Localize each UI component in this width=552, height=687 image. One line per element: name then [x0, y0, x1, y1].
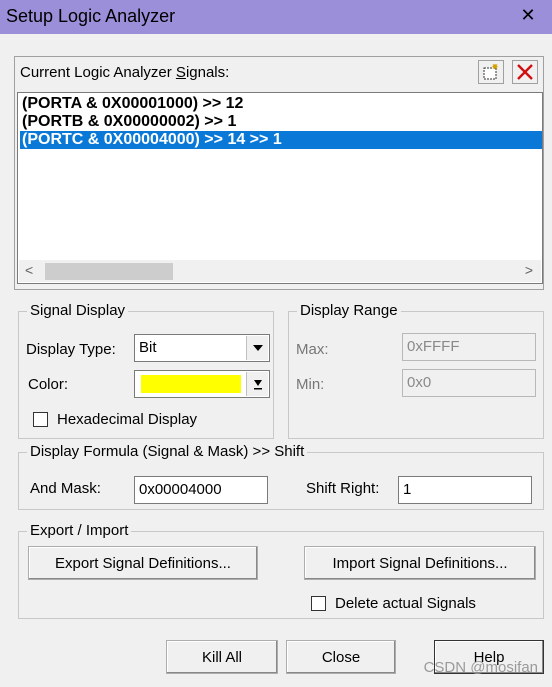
list-item[interactable]: (PORTB & 0X00000002) >> 1	[20, 113, 542, 131]
delete-x-icon	[517, 64, 533, 80]
color-swatch	[141, 375, 241, 393]
and-mask-input[interactable]: 0x00004000	[134, 476, 268, 504]
new-item-icon	[483, 64, 498, 80]
close-icon[interactable]: ✕	[518, 5, 538, 26]
hex-display-label: Hexadecimal Display	[57, 411, 198, 428]
color-picker[interactable]	[134, 370, 270, 398]
signals-listbox[interactable]: (PORTA & 0X00001000) >> 12 (PORTB & 0X00…	[17, 92, 543, 284]
horizontal-scrollbar[interactable]: < >	[19, 260, 541, 282]
watermark: CSDN @mosifan	[423, 659, 538, 676]
export-import-title: Export / Import	[27, 522, 132, 539]
export-signals-button[interactable]: Export Signal Definitions...	[28, 546, 258, 580]
delete-signals-label: Delete actual Signals	[335, 595, 476, 612]
min-label: Min:	[296, 376, 325, 393]
max-label: Max:	[296, 341, 329, 358]
kill-all-button[interactable]: Kill All	[166, 640, 278, 674]
display-formula-title: Display Formula (Signal & Mask) >> Shift	[27, 443, 308, 460]
delete-signal-button[interactable]	[512, 60, 538, 84]
scroll-right-icon[interactable]: >	[525, 262, 533, 278]
close-button[interactable]: Close	[286, 640, 396, 674]
scroll-thumb[interactable]	[45, 263, 173, 280]
chevron-down-icon[interactable]	[246, 336, 268, 360]
signal-display-title: Signal Display	[27, 302, 129, 319]
display-type-value: Bit	[139, 339, 157, 356]
hex-display-checkbox[interactable]	[33, 412, 48, 427]
delete-signals-checkbox[interactable]	[311, 596, 326, 611]
list-item[interactable]: (PORTA & 0X00001000) >> 12	[20, 95, 542, 113]
min-field[interactable]: 0x0	[402, 369, 536, 397]
import-signals-button[interactable]: Import Signal Definitions...	[304, 546, 536, 580]
window-title: Setup Logic Analyzer	[6, 6, 176, 26]
signals-label: Current Logic Analyzer Signals:	[20, 64, 230, 81]
color-label: Color:	[28, 376, 69, 393]
display-range-title: Display Range	[297, 302, 401, 319]
display-type-select[interactable]: Bit	[134, 334, 270, 362]
and-mask-label: And Mask:	[30, 480, 101, 497]
color-dropdown-icon[interactable]	[246, 372, 268, 396]
list-item-selected[interactable]: (PORTC & 0X00004000) >> 14 >> 1	[20, 131, 542, 149]
new-signal-button[interactable]	[478, 60, 504, 84]
display-type-label: Display Type:	[26, 341, 116, 358]
scroll-left-icon[interactable]: <	[25, 262, 33, 278]
shift-right-label: Shift Right:	[306, 480, 380, 497]
max-field[interactable]: 0xFFFF	[402, 333, 536, 361]
shift-right-input[interactable]: 1	[398, 476, 532, 504]
title-bar: Setup Logic Analyzer ✕	[0, 0, 552, 34]
